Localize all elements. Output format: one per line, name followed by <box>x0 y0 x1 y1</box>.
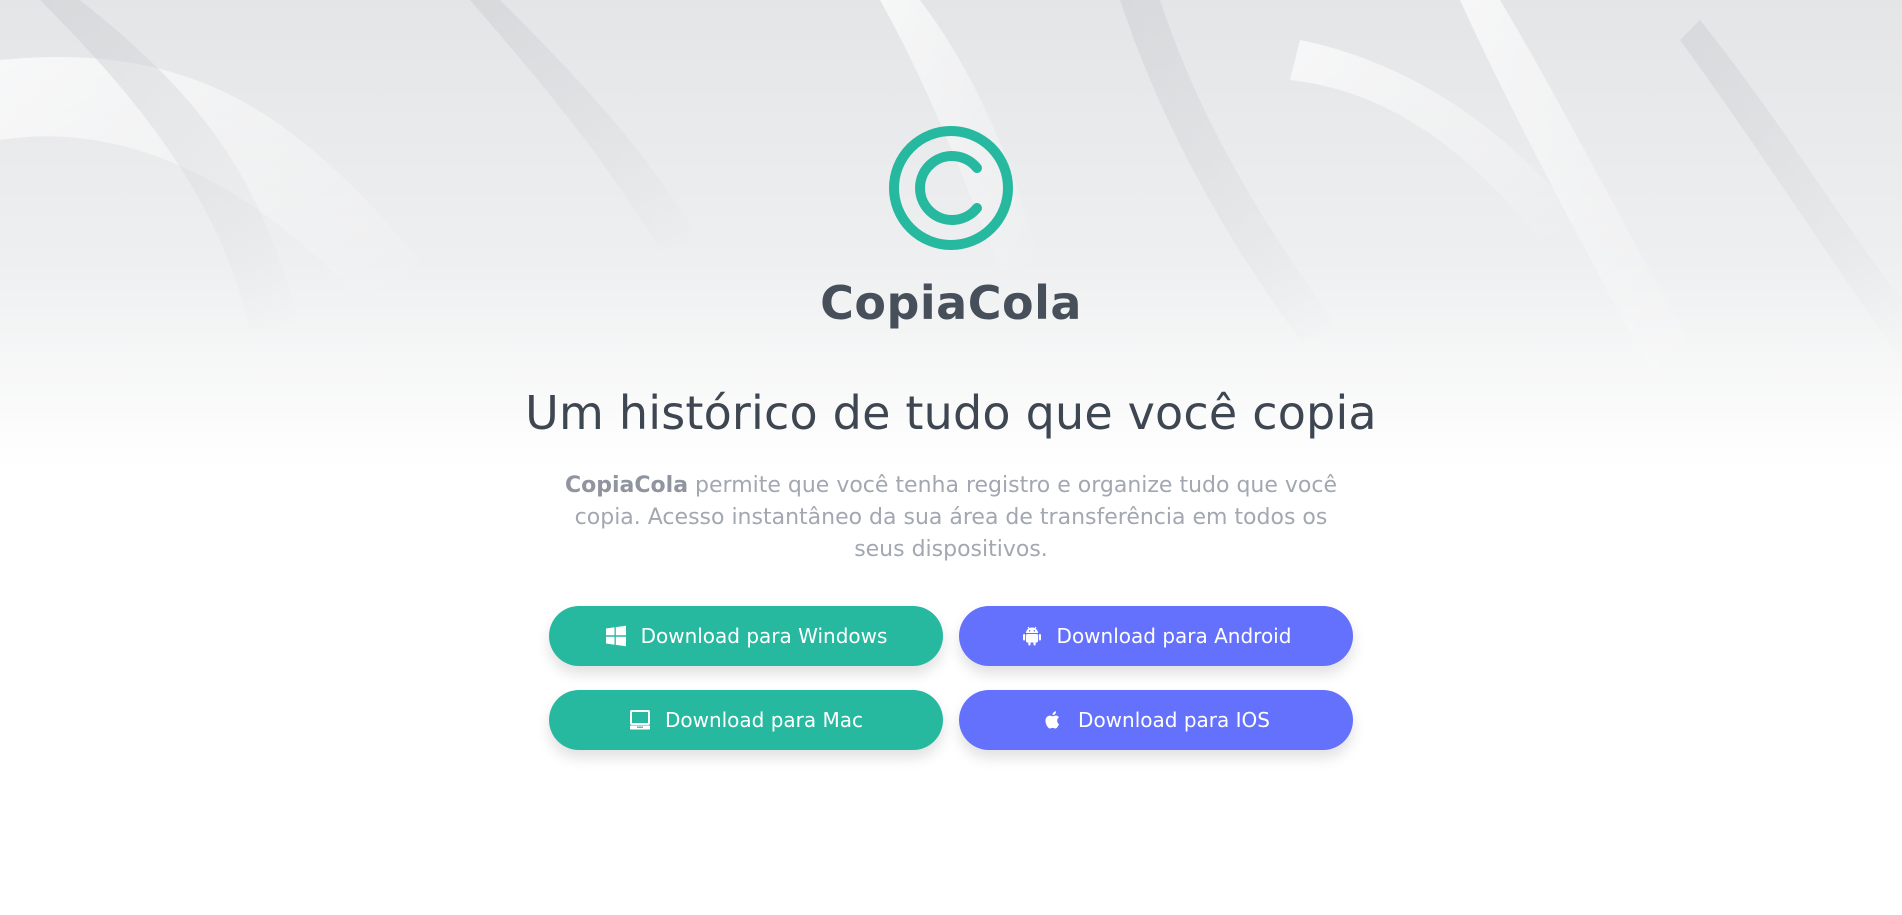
download-mac-label: Download para Mac <box>664 708 864 732</box>
description-text: permite que você tenha registro e organi… <box>574 473 1337 562</box>
hero-section: CopiaCola Um histórico de tudo que você … <box>0 0 1902 750</box>
download-mac-button[interactable]: Download para Mac <box>549 690 943 750</box>
page: CopiaCola Um histórico de tudo que você … <box>0 0 1902 915</box>
apple-icon <box>1042 709 1064 731</box>
download-ios-label: Download para IOS <box>1078 708 1270 732</box>
download-android-label: Download para Android <box>1056 624 1292 648</box>
description: CopiaCola permite que você tenha registr… <box>551 470 1351 566</box>
download-ios-button[interactable]: Download para IOS <box>959 690 1353 750</box>
download-buttons: Download para Windows Download para Andr… <box>549 606 1353 750</box>
download-android-button[interactable]: Download para Android <box>959 606 1353 666</box>
laptop-icon <box>629 709 651 731</box>
download-windows-label: Download para Windows <box>640 624 888 648</box>
headline: Um histórico de tudo que você copia <box>525 386 1377 440</box>
windows-icon <box>605 625 627 647</box>
copyright-icon <box>889 126 1013 250</box>
android-icon <box>1021 625 1043 647</box>
brand-name: CopiaCola <box>820 276 1082 330</box>
download-windows-button[interactable]: Download para Windows <box>549 606 943 666</box>
description-brand: CopiaCola <box>565 473 689 498</box>
